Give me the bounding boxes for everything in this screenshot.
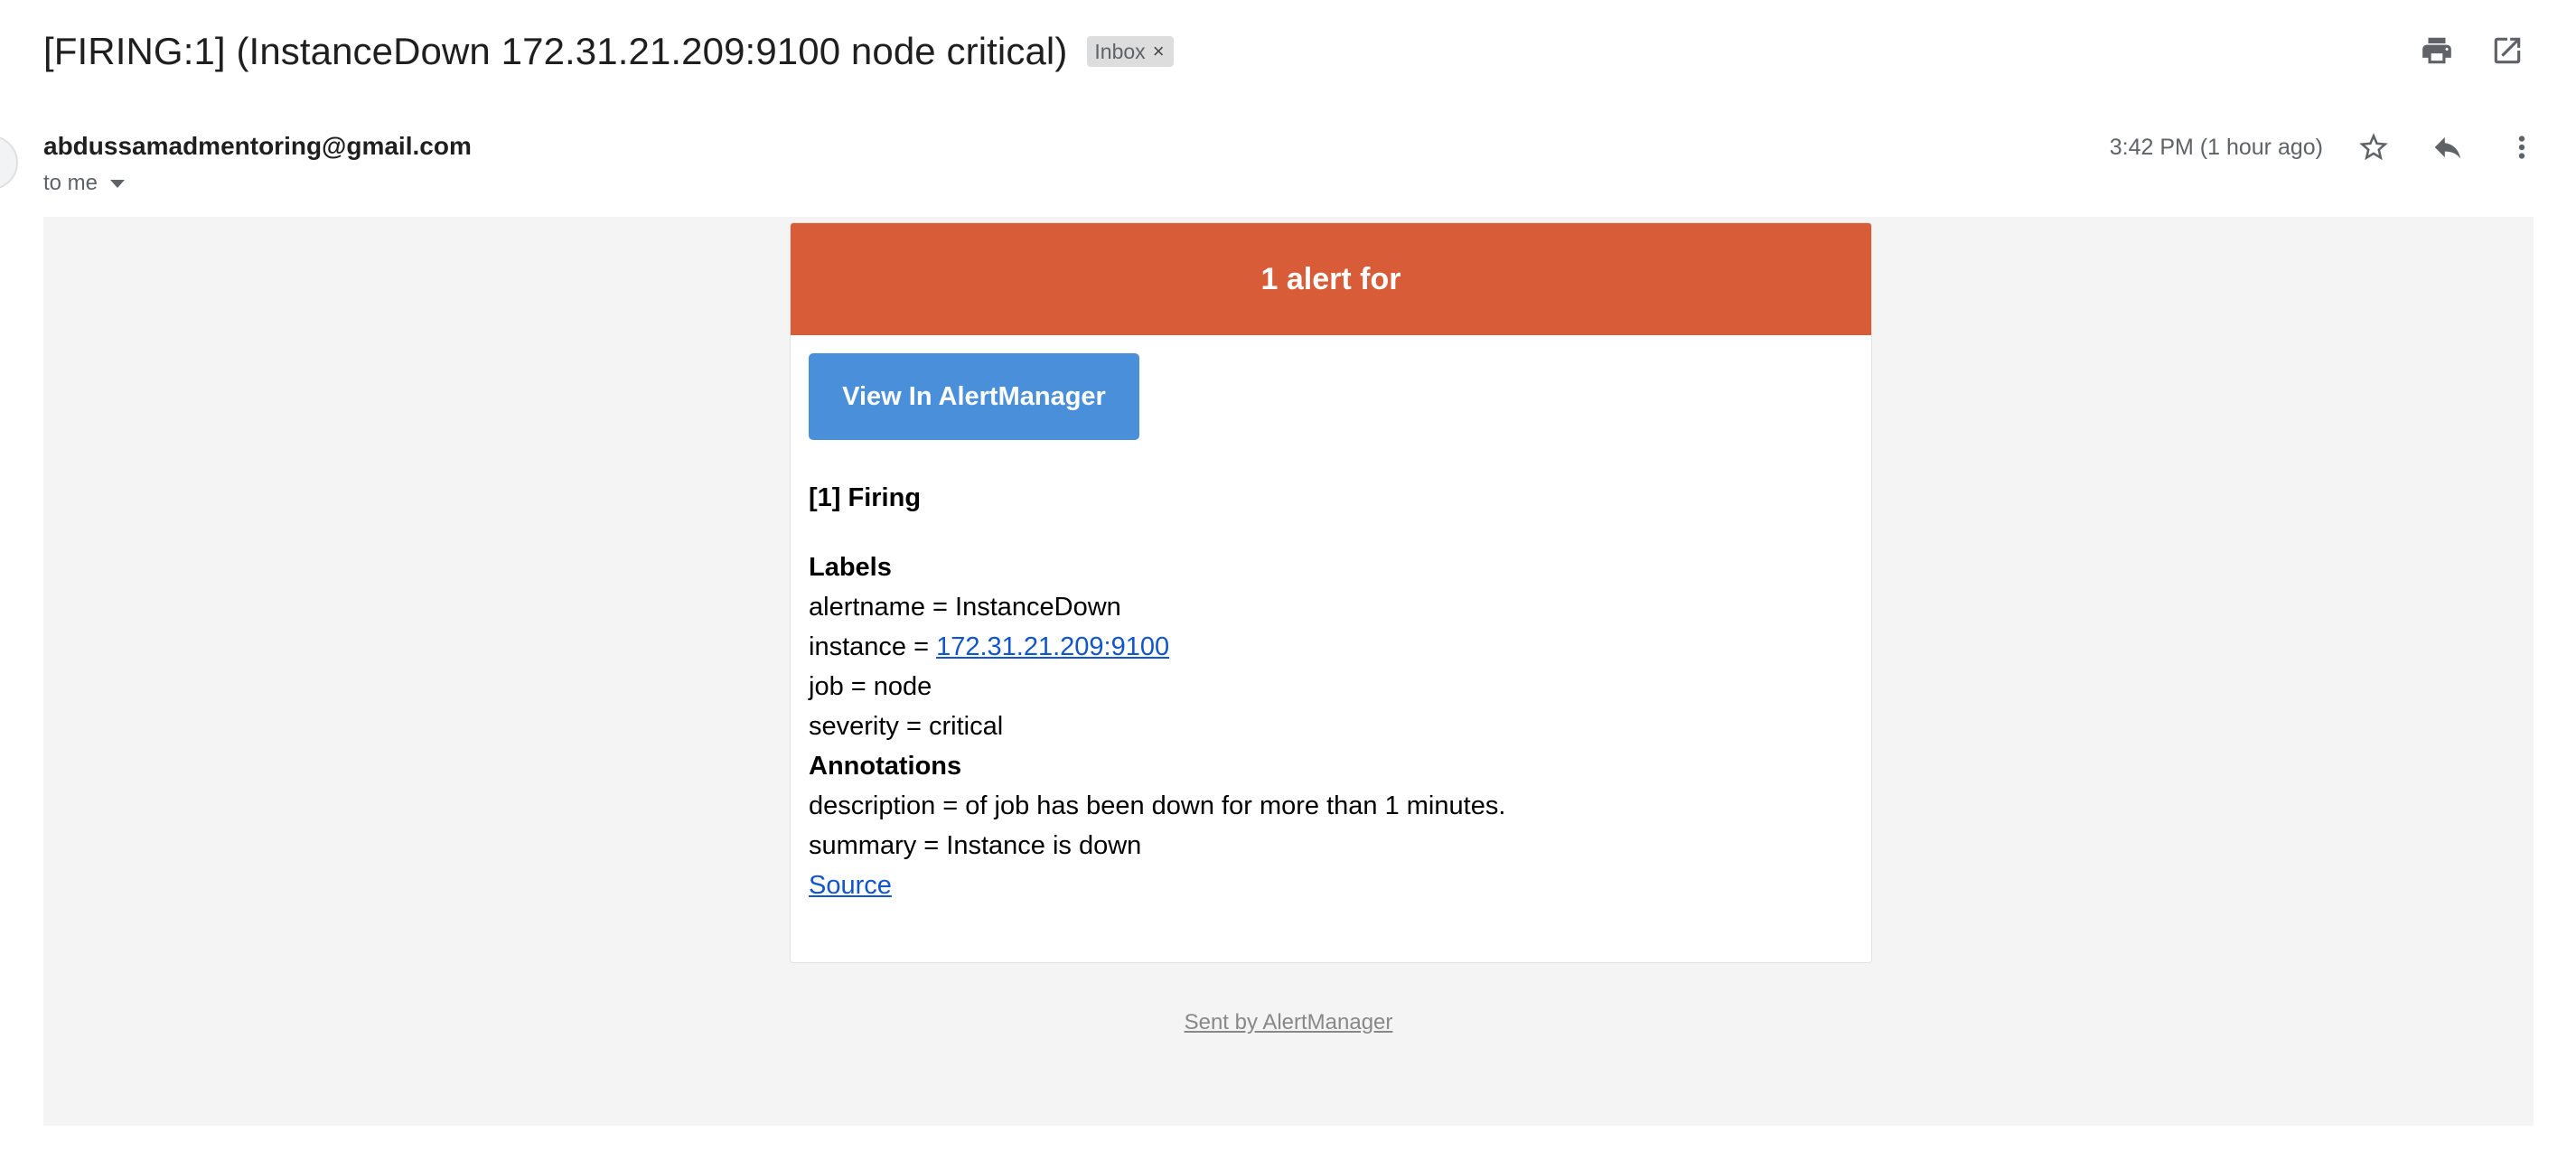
sent-by-alertmanager-link[interactable]: Sent by AlertManager — [43, 1010, 2534, 1035]
label-alertname: alertname = InstanceDown — [809, 587, 1853, 627]
alert-card-header: 1 alert for — [791, 223, 1871, 335]
open-in-new-window-icon[interactable] — [2489, 33, 2525, 69]
inbox-label-text: Inbox — [1094, 39, 1146, 63]
subject-row: [FIRING:1] (InstanceDown 172.31.21.209:9… — [43, 25, 1174, 78]
label-instance-key: instance = — [809, 632, 937, 661]
annotation-description: description = of job has been down for m… — [809, 791, 1506, 820]
label-job-key: job = — [809, 672, 874, 701]
annotations-heading: Annotations — [809, 752, 962, 781]
label-severity-value: critical — [928, 712, 1004, 741]
firing-title: [1] Firing — [809, 483, 922, 512]
reply-icon[interactable] — [2430, 129, 2466, 165]
labels-section: Labels alertname = InstanceDown instance… — [809, 548, 1853, 905]
label-severity: severity = critical — [809, 707, 1853, 746]
source-row: Source — [809, 866, 1853, 905]
top-toolbar — [2419, 33, 2525, 69]
star-icon[interactable] — [2356, 129, 2392, 165]
label-alertname-key: alertname = — [809, 593, 956, 622]
email-body: 1 alert for View In AlertManager [1] Fir… — [43, 217, 2534, 1126]
label-instance: instance = 172.31.21.209:9100 — [809, 627, 1853, 667]
label-severity-key: severity = — [809, 712, 929, 741]
labels-heading: Labels — [809, 553, 892, 582]
sender-email[interactable]: abdussamadmentoring@gmail.com — [43, 132, 472, 161]
source-link[interactable]: Source — [809, 871, 892, 900]
more-vert-icon[interactable] — [2504, 129, 2540, 165]
view-in-alertmanager-button[interactable]: View In AlertManager — [809, 353, 1139, 440]
message-actions: 3:42 PM (1 hour ago) — [2110, 129, 2540, 165]
alert-card: 1 alert for View In AlertManager [1] Fir… — [790, 222, 1872, 963]
email-subject: [FIRING:1] (InstanceDown 172.31.21.209:9… — [43, 30, 1068, 72]
recipient-text: to me — [43, 171, 98, 195]
message-timestamp: 3:42 PM (1 hour ago) — [2109, 134, 2323, 160]
instance-link[interactable]: 172.31.21.209:9100 — [936, 632, 1169, 661]
recipient-details-toggle[interactable]: to me — [43, 171, 126, 196]
label-alertname-value: InstanceDown — [955, 593, 1121, 622]
email-view: [FIRING:1] (InstanceDown 172.31.21.209:9… — [0, 0, 2576, 1170]
label-job: job = node — [809, 667, 1853, 707]
remove-label-icon[interactable]: × — [1153, 42, 1165, 61]
alert-header-text: 1 alert for — [1260, 261, 1401, 296]
annotation-summary: summary = Instance is down — [809, 831, 1142, 860]
print-icon[interactable] — [2419, 33, 2455, 69]
label-job-value: node — [873, 672, 932, 701]
avatar[interactable] — [0, 136, 18, 190]
inbox-label-chip[interactable]: Inbox × — [1087, 36, 1174, 67]
alert-card-body: View In AlertManager [1] Firing Labels a… — [791, 335, 1871, 905]
caret-down-icon — [110, 179, 126, 188]
